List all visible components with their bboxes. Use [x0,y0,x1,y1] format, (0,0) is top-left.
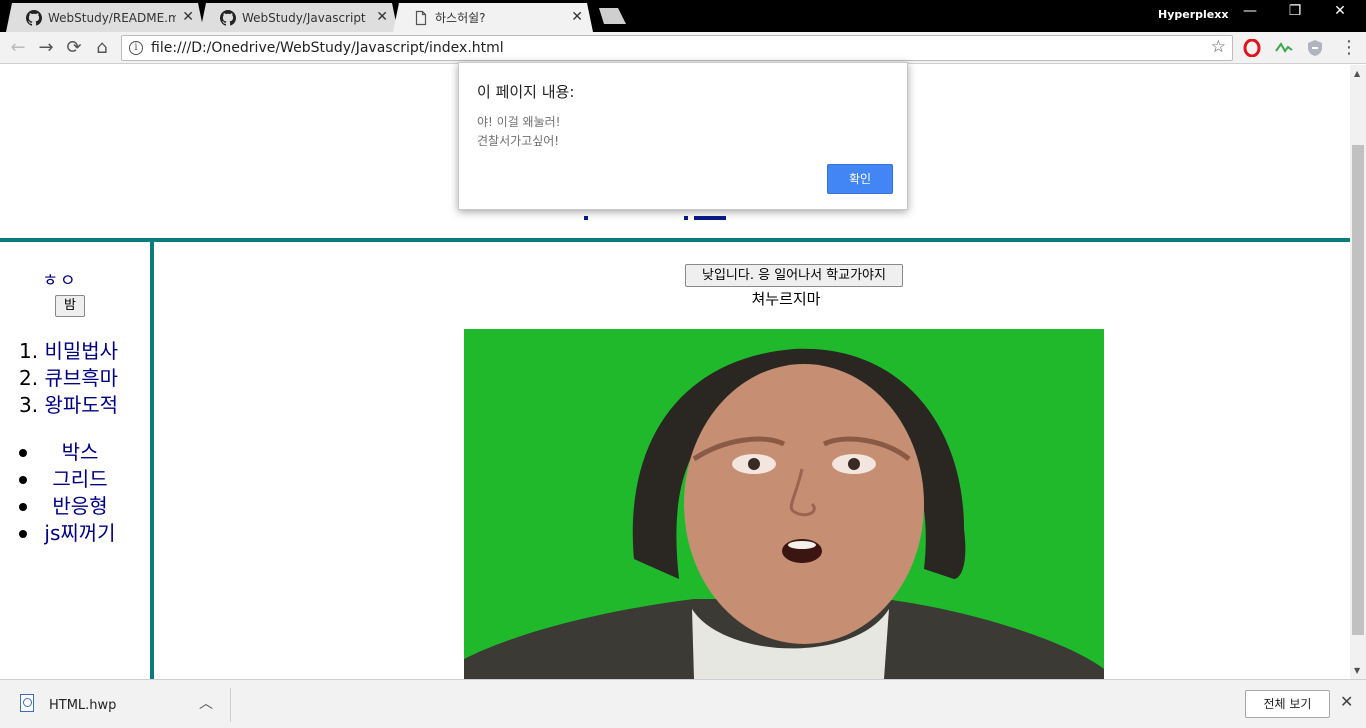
forward-icon[interactable]: → [35,37,57,59]
bullet-item-label[interactable]: 그리드 [19,466,139,493]
profile-name[interactable]: Hyperplexx [1158,8,1228,21]
item-number: 1. [19,339,39,363]
bullet-item-label[interactable]: 반응형 [19,493,139,520]
page-icon [413,10,429,26]
close-icon[interactable]: ✕ [1340,692,1353,711]
alert-ok-button[interactable]: 확인 [827,164,893,194]
menu-item-label[interactable]: 큐브흑마 [44,366,118,390]
header-divider [0,238,1350,242]
alert-message-line: 견찰서가고싶어! [477,134,560,148]
shield-icon[interactable] [1306,39,1324,57]
tab-title: WebStudy/Javascript at [242,10,370,25]
tab-strip: WebStudy/README.md ✕ WebStudy/Javascript… [0,0,1366,32]
chevron-up-icon[interactable]: ︿ [199,693,213,713]
bullet-item-box[interactable]: 박스 [19,439,149,466]
bullet-icon [19,476,27,484]
bullet-item-responsive[interactable]: 반응형 [19,493,149,520]
menu-item-3[interactable]: 3. 왕파도적 [19,392,118,419]
new-tab-button[interactable] [596,8,626,24]
browser-toolbar: ← → ⟳ ⌂ i file:///D:/Onedrive/WebStudy/J… [0,32,1366,64]
night-mode-button[interactable]: 밤 [55,295,85,317]
vertical-scrollbar[interactable]: ▲ ▼ [1350,65,1366,679]
meme-video[interactable] [464,329,1104,679]
bullet-item-js[interactable]: js찌꺼기 [19,520,149,547]
scrollbar-thumb[interactable] [1352,145,1364,635]
menu-icon[interactable]: ⋮ [1338,37,1360,59]
close-icon[interactable]: ✕ [182,9,194,25]
info-icon[interactable]: i [129,41,143,55]
bullet-item-label[interactable]: js찌꺼기 [19,520,139,547]
ordered-menu: 1. 비밀법사 2. 큐브흑마 3. 왕파도적 [19,338,118,419]
alert-dialog: 이 페이지 내용: 야! 이걸 왜눌러! 견찰서가고싶어! 확인 [458,62,908,210]
opera-icon[interactable] [1243,39,1261,57]
item-number: 2. [19,366,39,390]
home-icon[interactable]: ⌂ [91,37,113,59]
download-bar: HTML.hwp ︿ 전체 보기 ✕ [0,679,1366,728]
scroll-up-icon[interactable]: ▲ [1354,69,1360,78]
menu-item-label[interactable]: 왕파도적 [44,393,118,417]
sidebar-divider [150,242,154,679]
tab-javascript[interactable]: WebStudy/Javascript at ✕ [200,3,398,32]
address-url[interactable]: file:///D:/Onedrive/WebStudy/Javascript/… [151,40,504,56]
close-icon[interactable]: ✕ [376,9,388,25]
download-file-name[interactable]: HTML.hwp [49,698,116,713]
back-icon[interactable]: ← [7,37,29,59]
sidebar-letters: ㅎㅇ [42,271,78,291]
close-icon[interactable]: ✕ [571,9,583,25]
item-number: 3. [19,393,39,417]
activity-extension-icon[interactable] [1275,39,1293,57]
bullet-item-grid[interactable]: 그리드 [19,466,149,493]
content-caption: 쳐누르지마 [751,290,821,308]
download-separator [230,688,231,722]
github-icon [220,10,236,26]
bullet-menu: 박스 그리드 반응형 js찌꺼기 [19,439,149,547]
tab-title: WebStudy/README.md [48,10,176,25]
bullet-icon [19,449,27,457]
minimize-icon[interactable]: — [1228,3,1272,25]
alert-message-line: 야! 이걸 왜눌러! [477,115,561,129]
day-mode-button[interactable]: 낮입니다. 응 일어나서 학교가야지 [685,264,903,287]
close-window-icon[interactable]: ✕ [1318,3,1362,25]
bullet-icon [19,503,27,511]
tab-title: 하스허쉴? [435,11,486,25]
tab-active[interactable]: 하스허쉴? ✕ [393,3,593,32]
alert-title: 이 페이지 내용: [477,83,575,101]
restore-icon[interactable]: ❐ [1273,3,1317,25]
bookmark-star-icon[interactable]: ☆ [1211,37,1226,57]
menu-item-1[interactable]: 1. 비밀법사 [19,338,118,365]
bullet-item-label[interactable]: 박스 [19,439,139,466]
tab-readme[interactable]: WebStudy/README.md ✕ [6,3,204,32]
bullet-icon [19,530,27,538]
github-icon [26,10,42,26]
reload-icon[interactable]: ⟳ [63,37,85,59]
menu-item-2[interactable]: 2. 큐브흑마 [19,365,118,392]
menu-item-label[interactable]: 비밀법사 [44,339,118,363]
person-illustration [464,329,1104,679]
file-icon [20,694,34,712]
show-all-button[interactable]: 전체 보기 [1245,690,1330,718]
scroll-down-icon[interactable]: ▼ [1354,666,1360,675]
address-bar[interactable]: i file:///D:/Onedrive/WebStudy/Javascrip… [121,35,1233,61]
